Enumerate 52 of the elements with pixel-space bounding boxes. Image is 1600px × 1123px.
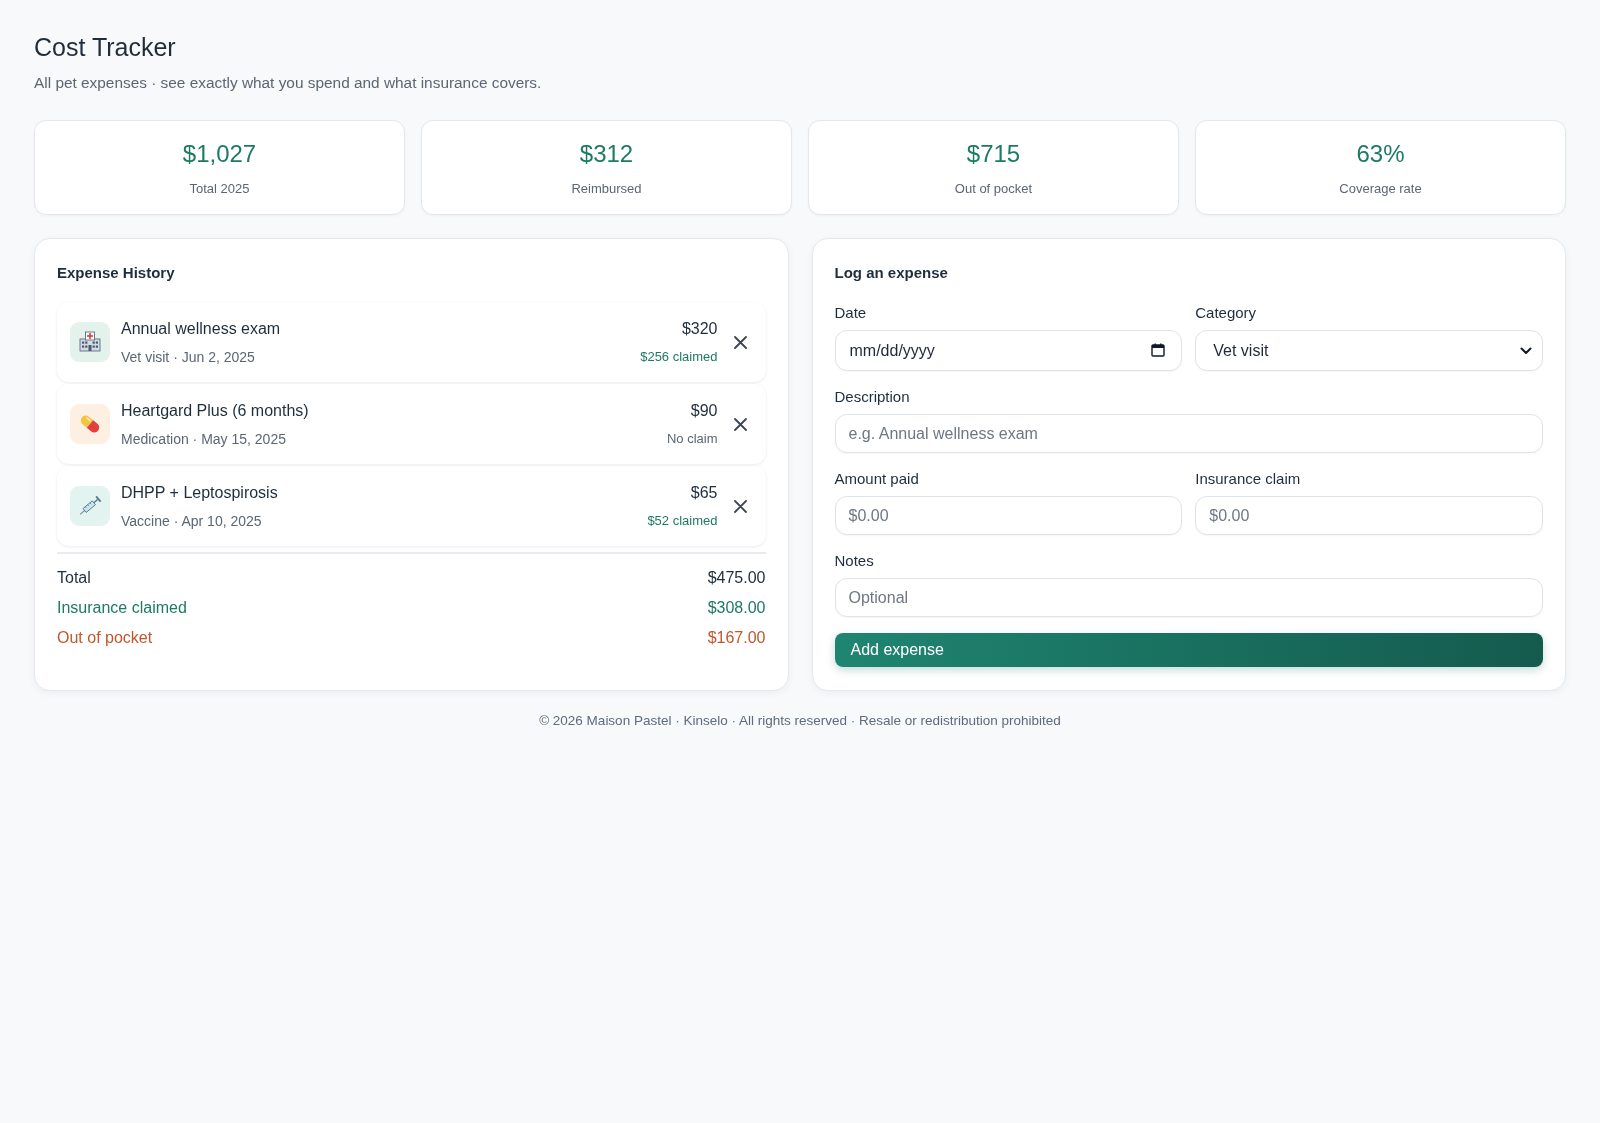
close-icon bbox=[734, 499, 747, 513]
add-expense-button[interactable]: Add expense bbox=[834, 633, 1543, 667]
stat-value: 63% bbox=[1356, 138, 1405, 169]
stat-label: Reimbursed bbox=[571, 179, 642, 198]
close-icon bbox=[734, 417, 747, 431]
summary-label: Total bbox=[57, 568, 91, 588]
page-title: Cost Tracker bbox=[34, 32, 177, 63]
stat-label: Total 2025 bbox=[189, 179, 250, 198]
expense-amount: $65 bbox=[690, 482, 718, 503]
panel-title: Expense History bbox=[57, 263, 176, 283]
panel-title: Log an expense bbox=[834, 263, 949, 283]
expense-meta: Vaccine · Apr 10, 2025 bbox=[121, 511, 263, 531]
claim-status: No claim bbox=[666, 429, 718, 448]
field-label: Description bbox=[834, 387, 911, 407]
field-label: Category bbox=[1195, 303, 1258, 323]
hospital-icon bbox=[70, 322, 110, 362]
chevron-down-icon bbox=[1520, 346, 1532, 355]
field-label: Date bbox=[834, 303, 868, 323]
stat-label: Out of pocket bbox=[954, 179, 1033, 198]
text-input[interactable]: $0.00 bbox=[834, 496, 1183, 535]
expense-amount: $320 bbox=[681, 318, 718, 339]
date-input[interactable]: mm/dd/yyyy bbox=[834, 330, 1183, 371]
claim-status: $52 claimed bbox=[647, 511, 718, 530]
expense-title: DHPP + Leptospirosis bbox=[121, 482, 279, 503]
stat-value: $312 bbox=[579, 138, 634, 169]
footer-text: © 2026 Maison Pastel · Kinselo · All rights reserved · Resale or redistribution prohibited bbox=[538, 712, 1062, 730]
expense-meta: Vet visit · Jun 2, 2025 bbox=[121, 347, 256, 367]
summary-label: Insurance claimed bbox=[57, 598, 187, 618]
close-icon bbox=[734, 335, 747, 349]
field-label: Notes bbox=[834, 551, 875, 571]
summary-label: Out of pocket bbox=[57, 628, 153, 648]
pill-icon bbox=[70, 404, 110, 444]
stat-value: $715 bbox=[966, 138, 1021, 169]
syringe-icon bbox=[70, 486, 110, 526]
expense-title: Annual wellness exam bbox=[121, 318, 282, 339]
expense-meta: Medication · May 15, 2025 bbox=[121, 429, 287, 449]
stat-value: $1,027 bbox=[182, 138, 257, 169]
stat-label: Coverage rate bbox=[1339, 179, 1422, 198]
page-subtitle: All pet expenses · see exactly what you spend and what insurance covers. bbox=[34, 73, 543, 93]
claim-status: $256 claimed bbox=[640, 347, 718, 366]
text-input[interactable]: Optional bbox=[834, 578, 1543, 617]
expense-title: Heartgard Plus (6 months) bbox=[121, 400, 310, 421]
expense-amount: $90 bbox=[690, 400, 718, 421]
summary-value: $475.00 bbox=[707, 568, 766, 588]
field-label: Amount paid bbox=[834, 469, 920, 489]
category-select[interactable]: Vet visit bbox=[1195, 330, 1543, 371]
summary-value: $308.00 bbox=[707, 598, 766, 618]
text-input[interactable]: e.g. Annual wellness exam bbox=[834, 414, 1543, 453]
text-input[interactable]: $0.00 bbox=[1195, 496, 1543, 535]
calendar-icon[interactable] bbox=[1151, 343, 1166, 357]
summary-value: $167.00 bbox=[707, 628, 766, 648]
field-label: Insurance claim bbox=[1195, 469, 1302, 489]
